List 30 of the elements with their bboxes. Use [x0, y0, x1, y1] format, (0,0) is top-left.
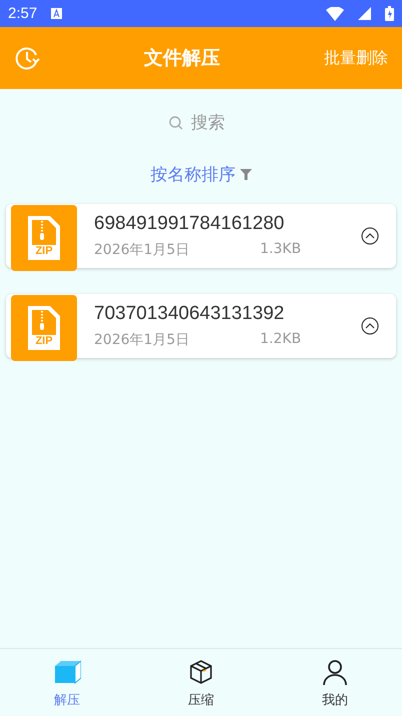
search-icon [169, 116, 183, 130]
person-icon [322, 659, 348, 685]
zip-file-icon [28, 306, 60, 350]
page-title: 文件解压 [144, 46, 220, 71]
file-size: 1.2KB [260, 331, 302, 349]
file-type-label: ZIP [34, 336, 54, 347]
nav-tab[interactable]: 压缩 [134, 649, 268, 716]
chevron-up-icon[interactable] [361, 227, 379, 245]
box-icon [53, 659, 81, 685]
nav-tab[interactable]: 解压 [0, 649, 134, 716]
zip-file-icon [28, 216, 60, 260]
battery-icon [385, 6, 394, 21]
sort-button[interactable]: 按名称排序 [150, 163, 252, 186]
file-size: 1.3KB [260, 241, 302, 259]
chevron-up-icon[interactable] [361, 317, 379, 335]
file-date: 2026年1月5日 [94, 241, 190, 259]
file-card[interactable]: ZIP 703701340643131392 2026年1月5日 1.2KB [6, 294, 396, 358]
signal-icon [358, 7, 371, 20]
file-type-label: ZIP [34, 246, 54, 257]
file-name: 703701340643131392 [94, 303, 286, 325]
filter-icon [240, 169, 252, 180]
status-time: 2:57 [8, 5, 38, 22]
file-name: 698491991784161280 [94, 213, 286, 235]
search-field[interactable]: 搜索 [189, 112, 233, 134]
package-icon [188, 659, 214, 685]
nav-tab[interactable]: 我的 [268, 649, 402, 716]
wifi-icon [326, 6, 344, 20]
file-card[interactable]: ZIP 698491991784161280 2026年1月5日 1.3KB [6, 204, 396, 268]
file-date: 2026年1月5日 [94, 331, 190, 349]
notification-icon [51, 8, 62, 19]
